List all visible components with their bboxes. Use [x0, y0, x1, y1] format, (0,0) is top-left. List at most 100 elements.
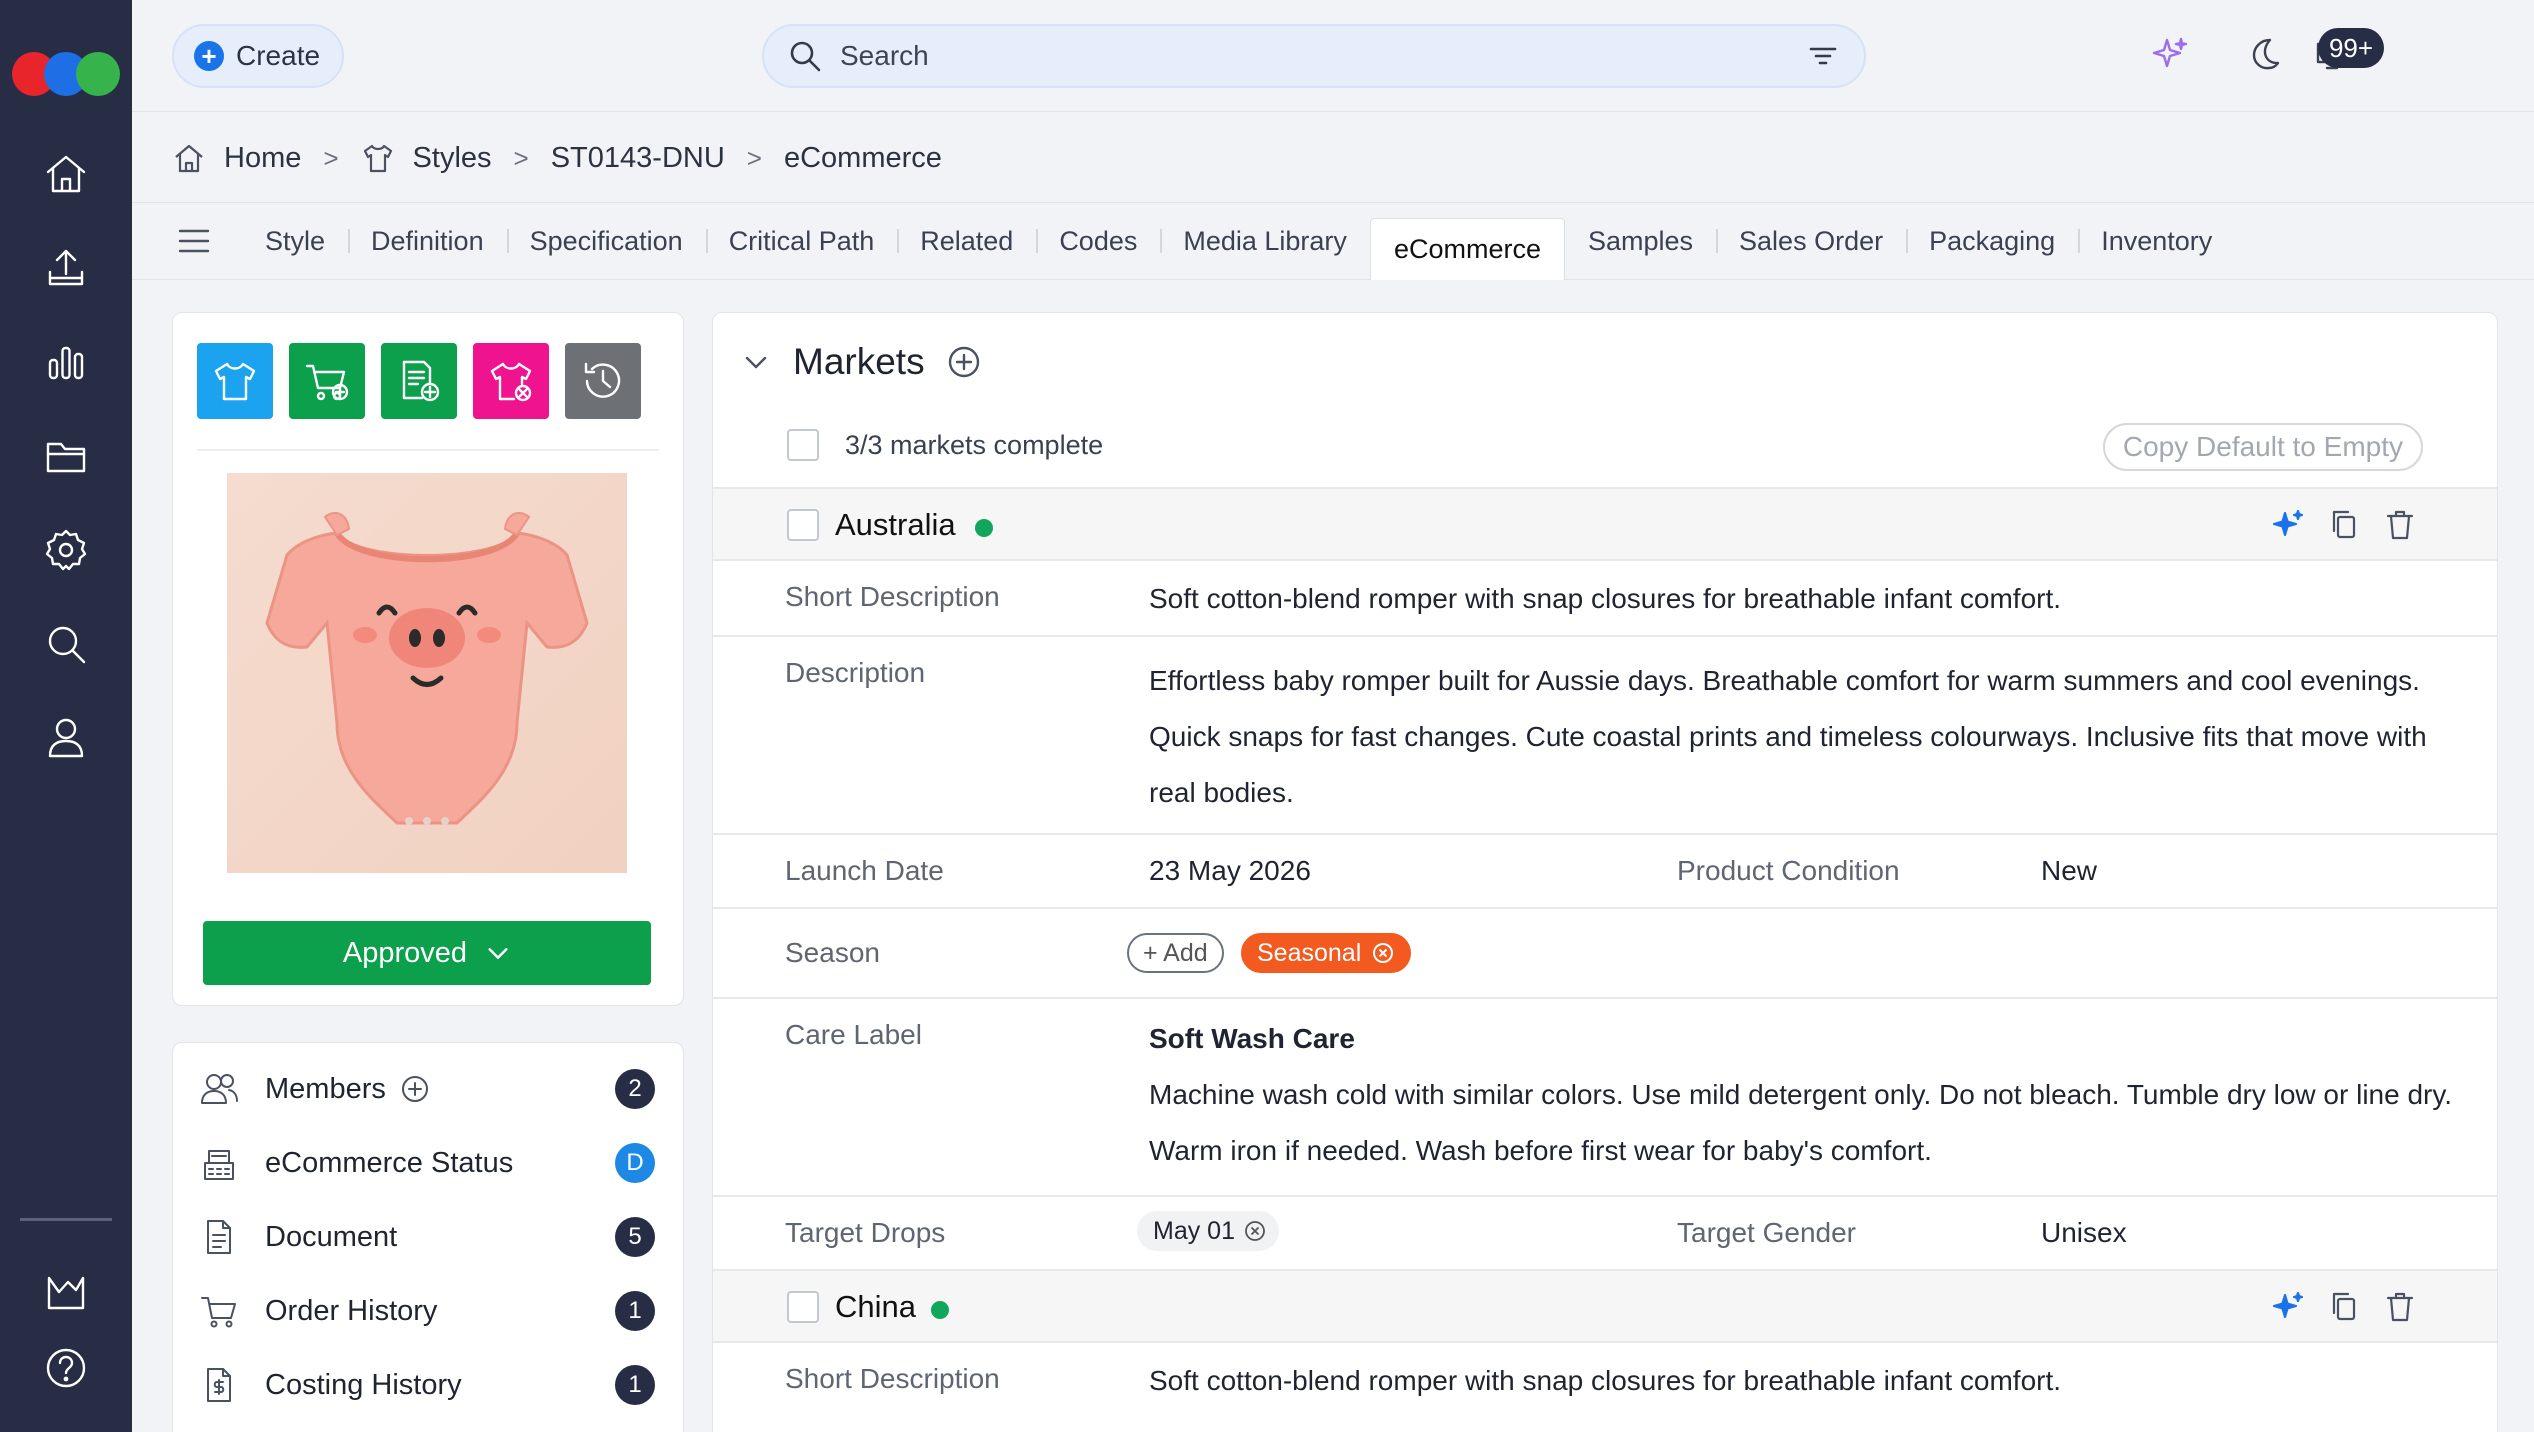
tab-bar: Style Definition Specification Critical …	[132, 202, 2534, 280]
tshirt-icon	[214, 362, 256, 401]
markets-complete-row: 3/3 markets complete	[787, 429, 1103, 461]
breadcrumb-styles[interactable]: Styles	[413, 142, 492, 175]
season-chip[interactable]: Seasonal	[1241, 933, 1412, 973]
search-icon[interactable]	[40, 618, 92, 670]
search-input[interactable]	[840, 40, 1806, 72]
tab-inventory[interactable]: Inventory	[2078, 211, 2235, 271]
tab-media-library[interactable]: Media Library	[1160, 211, 1370, 271]
short-description-value[interactable]: Soft cotton-blend romper with snap closu…	[1149, 571, 2061, 627]
upload-icon[interactable]	[40, 242, 92, 294]
ai-sparkle-icon[interactable]	[2271, 1289, 2305, 1323]
remove-chip-icon[interactable]	[1371, 941, 1395, 965]
count-badge: 2	[615, 1069, 655, 1109]
history-tile-button[interactable]	[565, 343, 641, 419]
add-season-button[interactable]: + Add	[1127, 933, 1224, 973]
market-checkbox[interactable]	[787, 1291, 819, 1323]
breadcrumb-home[interactable]: Home	[224, 142, 301, 175]
select-all-checkbox[interactable]	[787, 429, 819, 461]
count-badge: 1	[615, 1291, 655, 1331]
tab-packaging[interactable]: Packaging	[1906, 211, 2078, 271]
home-icon[interactable]	[40, 148, 92, 200]
status-label: Approved	[342, 936, 468, 969]
link-label: eCommerce Status	[265, 1146, 514, 1179]
create-button[interactable]: + Create	[172, 24, 344, 88]
style-tile-button[interactable]	[197, 343, 273, 419]
field-target-drops-row: Target Drops May 01 Target Gender Unisex	[713, 1195, 2497, 1269]
remove-chip-icon[interactable]	[1243, 1219, 1267, 1243]
remove-style-tile-button[interactable]	[473, 343, 549, 419]
market-name: Australia	[835, 507, 956, 542]
home-icon[interactable]	[172, 141, 206, 175]
tab-critical-path[interactable]: Critical Path	[705, 211, 898, 271]
launch-date-value[interactable]: 23 May 2026	[1149, 843, 1311, 899]
field-short-description-china: Short Description Soft cotton-blend romp…	[713, 1341, 2497, 1417]
chevron-down-icon	[488, 948, 508, 960]
settings-gear-icon[interactable]	[40, 524, 92, 576]
top-bar: + Create 99+	[132, 0, 2534, 112]
folder-icon[interactable]	[40, 430, 92, 482]
copy-default-to-empty-button[interactable]: Copy Default to Empty	[2102, 423, 2423, 471]
tab-definition[interactable]: Definition	[348, 211, 507, 271]
hamburger-menu-icon[interactable]	[172, 219, 216, 263]
field-launch-date-row: Launch Date 23 May 2026 Product Conditio…	[713, 833, 2497, 907]
add-market-icon[interactable]	[947, 345, 981, 379]
filter-icon[interactable]	[1806, 39, 1840, 73]
short-description-value[interactable]: Soft cotton-blend romper with snap closu…	[1149, 1353, 2061, 1409]
field-label: Product Condition	[1677, 855, 1900, 886]
status-approved-dropdown[interactable]: Approved	[203, 921, 651, 985]
target-drop-chip[interactable]: May 01	[1137, 1211, 1279, 1251]
add-spec-tile-button[interactable]	[381, 343, 457, 419]
user-icon[interactable]	[40, 712, 92, 764]
product-image[interactable]	[227, 473, 627, 873]
link-members[interactable]: Members 2	[199, 1059, 655, 1119]
count-badge: D	[615, 1143, 655, 1183]
link-ecommerce-status[interactable]: eCommerce Status D	[199, 1133, 655, 1193]
target-gender-value[interactable]: Unisex	[2041, 1217, 2127, 1249]
dark-mode-moon-icon[interactable]	[2244, 34, 2288, 78]
status-dot-complete	[975, 519, 993, 537]
care-label-text[interactable]: Machine wash cold with similar colors. U…	[1149, 1067, 2469, 1179]
tab-ecommerce[interactable]: eCommerce	[1369, 218, 1565, 280]
breadcrumb-separator: >	[513, 142, 529, 173]
search-bar[interactable]	[762, 24, 1866, 88]
markets-complete-text: 3/3 markets complete	[845, 429, 1104, 460]
help-icon[interactable]	[40, 1342, 92, 1394]
link-costing-history[interactable]: Costing History 1	[199, 1355, 655, 1415]
copy-icon[interactable]	[2327, 507, 2361, 541]
cart-add-icon	[305, 364, 349, 401]
ai-sparkle-icon[interactable]	[2150, 34, 2194, 78]
field-label: Target Drops	[785, 1217, 946, 1248]
add-to-cart-tile-button[interactable]	[289, 343, 365, 419]
field-care-label: Care Label Soft Wash Care Machine wash c…	[713, 997, 2497, 1195]
target-drop-label: May 01	[1153, 1217, 1235, 1245]
brand-logo[interactable]	[12, 52, 122, 96]
left-rail	[0, 0, 132, 1432]
description-value[interactable]: Effortless baby romper built for Aussie …	[1149, 653, 2449, 821]
reports-icon[interactable]	[40, 1266, 92, 1318]
analytics-icon[interactable]	[40, 336, 92, 388]
tab-specification[interactable]: Specification	[506, 211, 706, 271]
tab-sales-order[interactable]: Sales Order	[1716, 211, 1906, 271]
tab-style[interactable]: Style	[242, 211, 348, 271]
breadcrumb-style-code[interactable]: ST0143-DNU	[551, 142, 725, 175]
copy-icon[interactable]	[2327, 1289, 2361, 1323]
tab-related[interactable]: Related	[897, 211, 1036, 271]
cart-icon	[201, 1297, 236, 1328]
ai-sparkle-icon[interactable]	[2271, 507, 2305, 541]
link-order-history[interactable]: Order History 1	[199, 1281, 655, 1341]
trash-icon[interactable]	[2383, 507, 2417, 541]
link-document[interactable]: Document 5	[199, 1207, 655, 1267]
breadcrumb: Home > Styles > ST0143-DNU > eCommerce	[172, 138, 942, 178]
tab-samples[interactable]: Samples	[1565, 211, 1716, 271]
market-checkbox[interactable]	[787, 509, 819, 541]
document-icon	[207, 1220, 231, 1254]
tab-codes[interactable]: Codes	[1036, 211, 1160, 271]
breadcrumb-separator: >	[746, 142, 762, 173]
add-member-icon[interactable]	[400, 1074, 430, 1104]
trash-icon[interactable]	[2383, 1289, 2417, 1323]
chevron-down-icon[interactable]	[741, 347, 771, 377]
product-card: Approved	[172, 312, 684, 1006]
product-condition-value[interactable]: New	[2041, 855, 2097, 887]
action-tiles	[197, 343, 641, 419]
tshirt-remove-icon	[490, 362, 532, 402]
